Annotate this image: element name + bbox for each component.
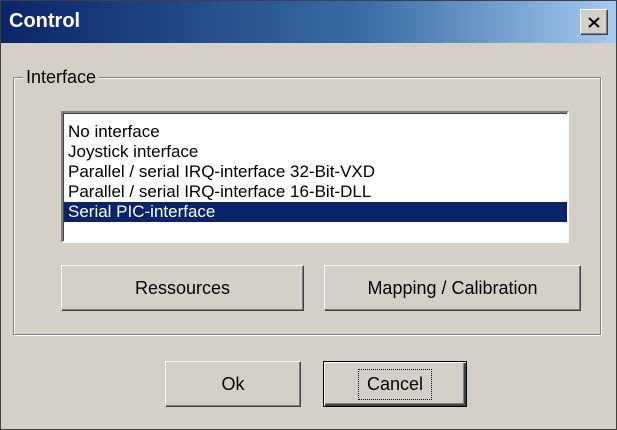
- close-button[interactable]: [580, 9, 608, 35]
- interface-listbox[interactable]: No interface Joystick interface Parallel…: [61, 111, 569, 243]
- close-icon: [588, 16, 600, 28]
- ressources-button[interactable]: Ressources: [61, 265, 304, 311]
- list-item[interactable]: Joystick interface: [64, 142, 567, 162]
- title-bar[interactable]: Control: [1, 1, 616, 43]
- list-item-selected[interactable]: Serial PIC-interface: [64, 202, 567, 222]
- window-title: Control: [9, 10, 81, 32]
- list-item[interactable]: No interface: [64, 122, 567, 142]
- ok-button[interactable]: Ok: [165, 361, 301, 407]
- list-item[interactable]: Parallel / serial IRQ-interface 16-Bit-D…: [64, 182, 567, 202]
- cancel-button-label: Cancel: [357, 368, 433, 400]
- list-item[interactable]: Parallel / serial IRQ-interface 32-Bit-V…: [64, 162, 567, 182]
- interface-group-label: Interface: [23, 67, 100, 87]
- control-dialog: Control Interface No interface Joystick …: [0, 0, 617, 430]
- mapping-calibration-button[interactable]: Mapping / Calibration: [324, 265, 581, 311]
- cancel-button[interactable]: Cancel: [323, 361, 467, 407]
- interface-list: No interface Joystick interface Parallel…: [63, 113, 567, 241]
